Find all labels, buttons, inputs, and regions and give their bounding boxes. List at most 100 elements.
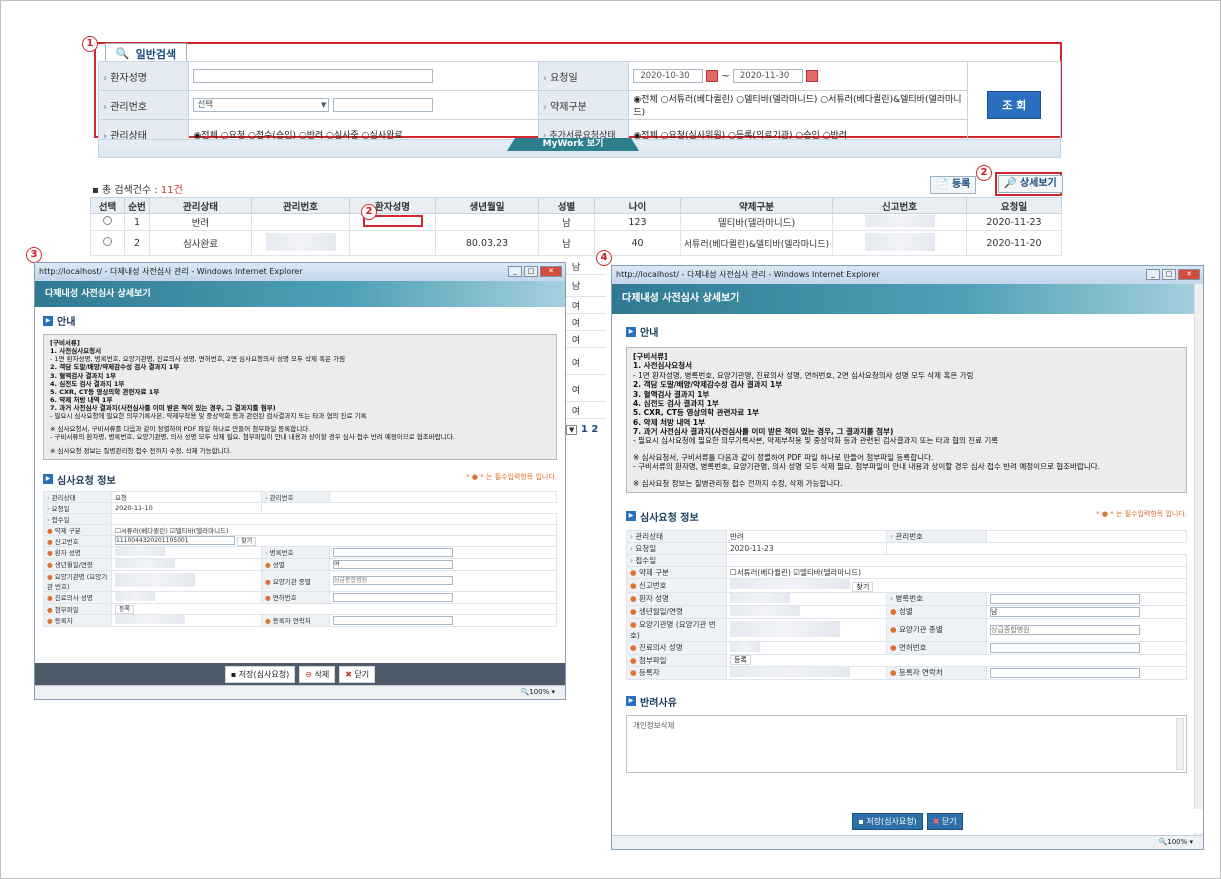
redacted — [730, 620, 840, 637]
drug-type-radios[interactable]: ◉전체 ○서튜러(베다퀼린) ○델티바(델라마니드) ○서튜러(베다퀼린)&델티… — [628, 90, 969, 120]
report-no-input[interactable]: 1110044320201105001 — [115, 536, 235, 546]
zoom-icon: 🔍 — [520, 688, 530, 696]
file-register-button[interactable]: 등록 — [730, 655, 751, 666]
scrollbar[interactable] — [1194, 284, 1203, 835]
sex-input[interactable]: 남 — [990, 606, 1140, 617]
window-titlebar: http://localhost/ - 다제내성 사전심사 관리 - Windo… — [612, 266, 1203, 284]
table-row[interactable]: 2 심사완료 80.03.23 남 40 서튜러(베다퀼린)&델티바(델라마니드… — [90, 230, 1062, 256]
zoom-level[interactable]: 100% — [529, 688, 549, 696]
drug-checkboxes[interactable]: ☐서튜러(베다퀼린) ☑델티바(델라마니드) — [111, 523, 557, 536]
request-info-title: 심사요청 정보 — [43, 472, 116, 487]
reg-phone-input[interactable] — [990, 667, 1140, 678]
marker-3: 3 — [26, 247, 42, 263]
marker-2: 2 — [976, 165, 992, 181]
guide-line: ※ 심사요청 정보는 질병관리청 접수 전까지 수정, 삭제 가능합니다. — [633, 478, 843, 488]
field-label: 관리상태 — [626, 529, 727, 543]
close-icon: ✖ — [932, 816, 940, 826]
chart-no-input[interactable] — [990, 593, 1140, 604]
guide-line: 4. 심전도 검사 결과지 1부 — [633, 398, 719, 408]
field-label: 생년월일/연령 — [43, 557, 112, 571]
page-select-icon[interactable]: ▼ — [566, 425, 578, 435]
redacted — [115, 558, 175, 568]
chart-no-input[interactable] — [333, 547, 453, 557]
row-radio[interactable] — [103, 216, 112, 225]
field-label: 성별 — [261, 557, 330, 571]
total-label: 총 검색건수 : — [101, 185, 158, 196]
date-from-input[interactable]: 2020-10-30 — [633, 69, 704, 83]
maximize-icon[interactable]: □ — [524, 266, 538, 277]
drug-type-label: 약제구분 — [537, 90, 630, 120]
field-label: 등록자 — [626, 665, 727, 680]
save-request-button[interactable]: ▪ 저장(심사요청) — [852, 812, 923, 830]
field-label: 첨부파일 — [626, 653, 727, 667]
search-button[interactable]: 조 회 — [987, 91, 1042, 119]
date-to-input[interactable]: 2020-11-30 — [732, 69, 803, 83]
redacted — [115, 546, 165, 556]
field-value: 요청 — [111, 490, 262, 503]
section-label: 반려사유 — [640, 697, 677, 709]
table-row[interactable]: 1 반려 남 123 델티바(델라마니드) 2020-11-23 — [90, 213, 1062, 231]
row-radio[interactable] — [103, 237, 112, 246]
drug-checkboxes[interactable]: ☐서튜러(베다퀼린) ☑델티바(델라마니드) — [726, 565, 1187, 579]
close-icon[interactable]: ✕ — [1178, 269, 1200, 280]
field-label: 생년월일/연령 — [626, 604, 727, 619]
field-label: 병록번호 — [886, 591, 987, 606]
textarea-scrollbar[interactable] — [1176, 717, 1184, 770]
register-label: 등록 — [951, 179, 971, 190]
row-sex: 남 — [538, 230, 595, 256]
guide-line: [구비서류] — [50, 339, 80, 347]
calendar-icon[interactable] — [706, 70, 719, 82]
total-value: 11건 — [160, 185, 183, 196]
license-input[interactable] — [333, 592, 453, 602]
guide-line: 3. 혈액검사 결과지 1부 — [633, 389, 710, 399]
page-numbers[interactable]: 1 2 — [581, 424, 598, 435]
close-button[interactable]: ✖ 닫기 — [926, 812, 963, 830]
reg-phone-input[interactable] — [333, 615, 453, 625]
patient-name-label: 환자성명 — [97, 61, 190, 91]
marker-2b: 2 — [361, 204, 377, 220]
col-mgmt-no: 관리번호 — [251, 197, 350, 214]
inst-type-input[interactable]: 상급종합병원 — [990, 624, 1140, 635]
request-date-label: 요청일 — [537, 61, 630, 91]
mgmt-no-select[interactable]: 선택 ▼ — [193, 98, 330, 112]
find-button[interactable]: 찾기 — [237, 536, 257, 546]
tab-general-search[interactable]: 🔍 일반검색 — [105, 43, 187, 63]
calendar-icon[interactable] — [805, 70, 818, 82]
find-button[interactable]: 찾기 — [852, 581, 874, 592]
document-icon: 📄 — [936, 179, 949, 190]
zoom-level[interactable]: 100% — [1167, 838, 1187, 846]
sex-input[interactable]: 여 — [333, 559, 453, 569]
inst-type-input[interactable]: 상급종합병원 — [333, 576, 453, 586]
notice-title: 안내 — [43, 313, 557, 328]
minimize-icon[interactable]: _ — [508, 266, 522, 277]
detail-view-button[interactable]: 🔎 상세보기 — [998, 175, 1063, 193]
action-bar: ▪ 저장(심사요청) ⊖ 삭제 ✖ 닫기 — [35, 663, 565, 685]
reject-reason-textarea[interactable]: 개인정보삭제 — [626, 714, 1187, 773]
maximize-icon[interactable]: □ — [1162, 269, 1176, 280]
mywork-toggle[interactable]: MyWork 보기 — [507, 138, 639, 151]
tab-label: 일반검색 — [135, 47, 177, 61]
field-label: 성별 — [886, 604, 987, 619]
file-register-button[interactable]: 등록 — [115, 605, 135, 615]
reject-text: 개인정보삭제 — [633, 720, 675, 730]
pagination[interactable]: ▼ 1 2 — [566, 424, 598, 435]
row-date: 2020-11-23 — [966, 213, 1062, 231]
redacted — [115, 572, 195, 587]
close-icon[interactable]: ✕ — [540, 266, 562, 277]
field-label: 등록자 — [43, 613, 112, 627]
col-birth: 생년월일 — [435, 197, 539, 214]
close-button[interactable]: ✖ 닫기 — [339, 665, 376, 683]
popup-window-request: http://localhost/ - 다제내성 사전심사 관리 - Windo… — [34, 262, 566, 700]
mgmt-no-input[interactable] — [332, 98, 433, 112]
field-label: 관리상태 — [43, 490, 112, 503]
register-button[interactable]: 📄 등록 — [930, 176, 977, 194]
button-label: 저장(심사요청) — [238, 669, 290, 679]
minimize-icon[interactable]: _ — [1146, 269, 1160, 280]
field-label: 요청일 — [626, 541, 727, 555]
field-label: 등록자 연락처 — [886, 665, 987, 680]
window-titlebar: http://localhost/ - 다제내성 사전심사 관리 - Windo… — [35, 263, 565, 281]
patient-name-input[interactable] — [193, 69, 434, 83]
save-request-button[interactable]: ▪ 저장(심사요청) — [224, 665, 296, 683]
license-input[interactable] — [990, 642, 1140, 653]
delete-button[interactable]: ⊖ 삭제 — [299, 665, 336, 683]
